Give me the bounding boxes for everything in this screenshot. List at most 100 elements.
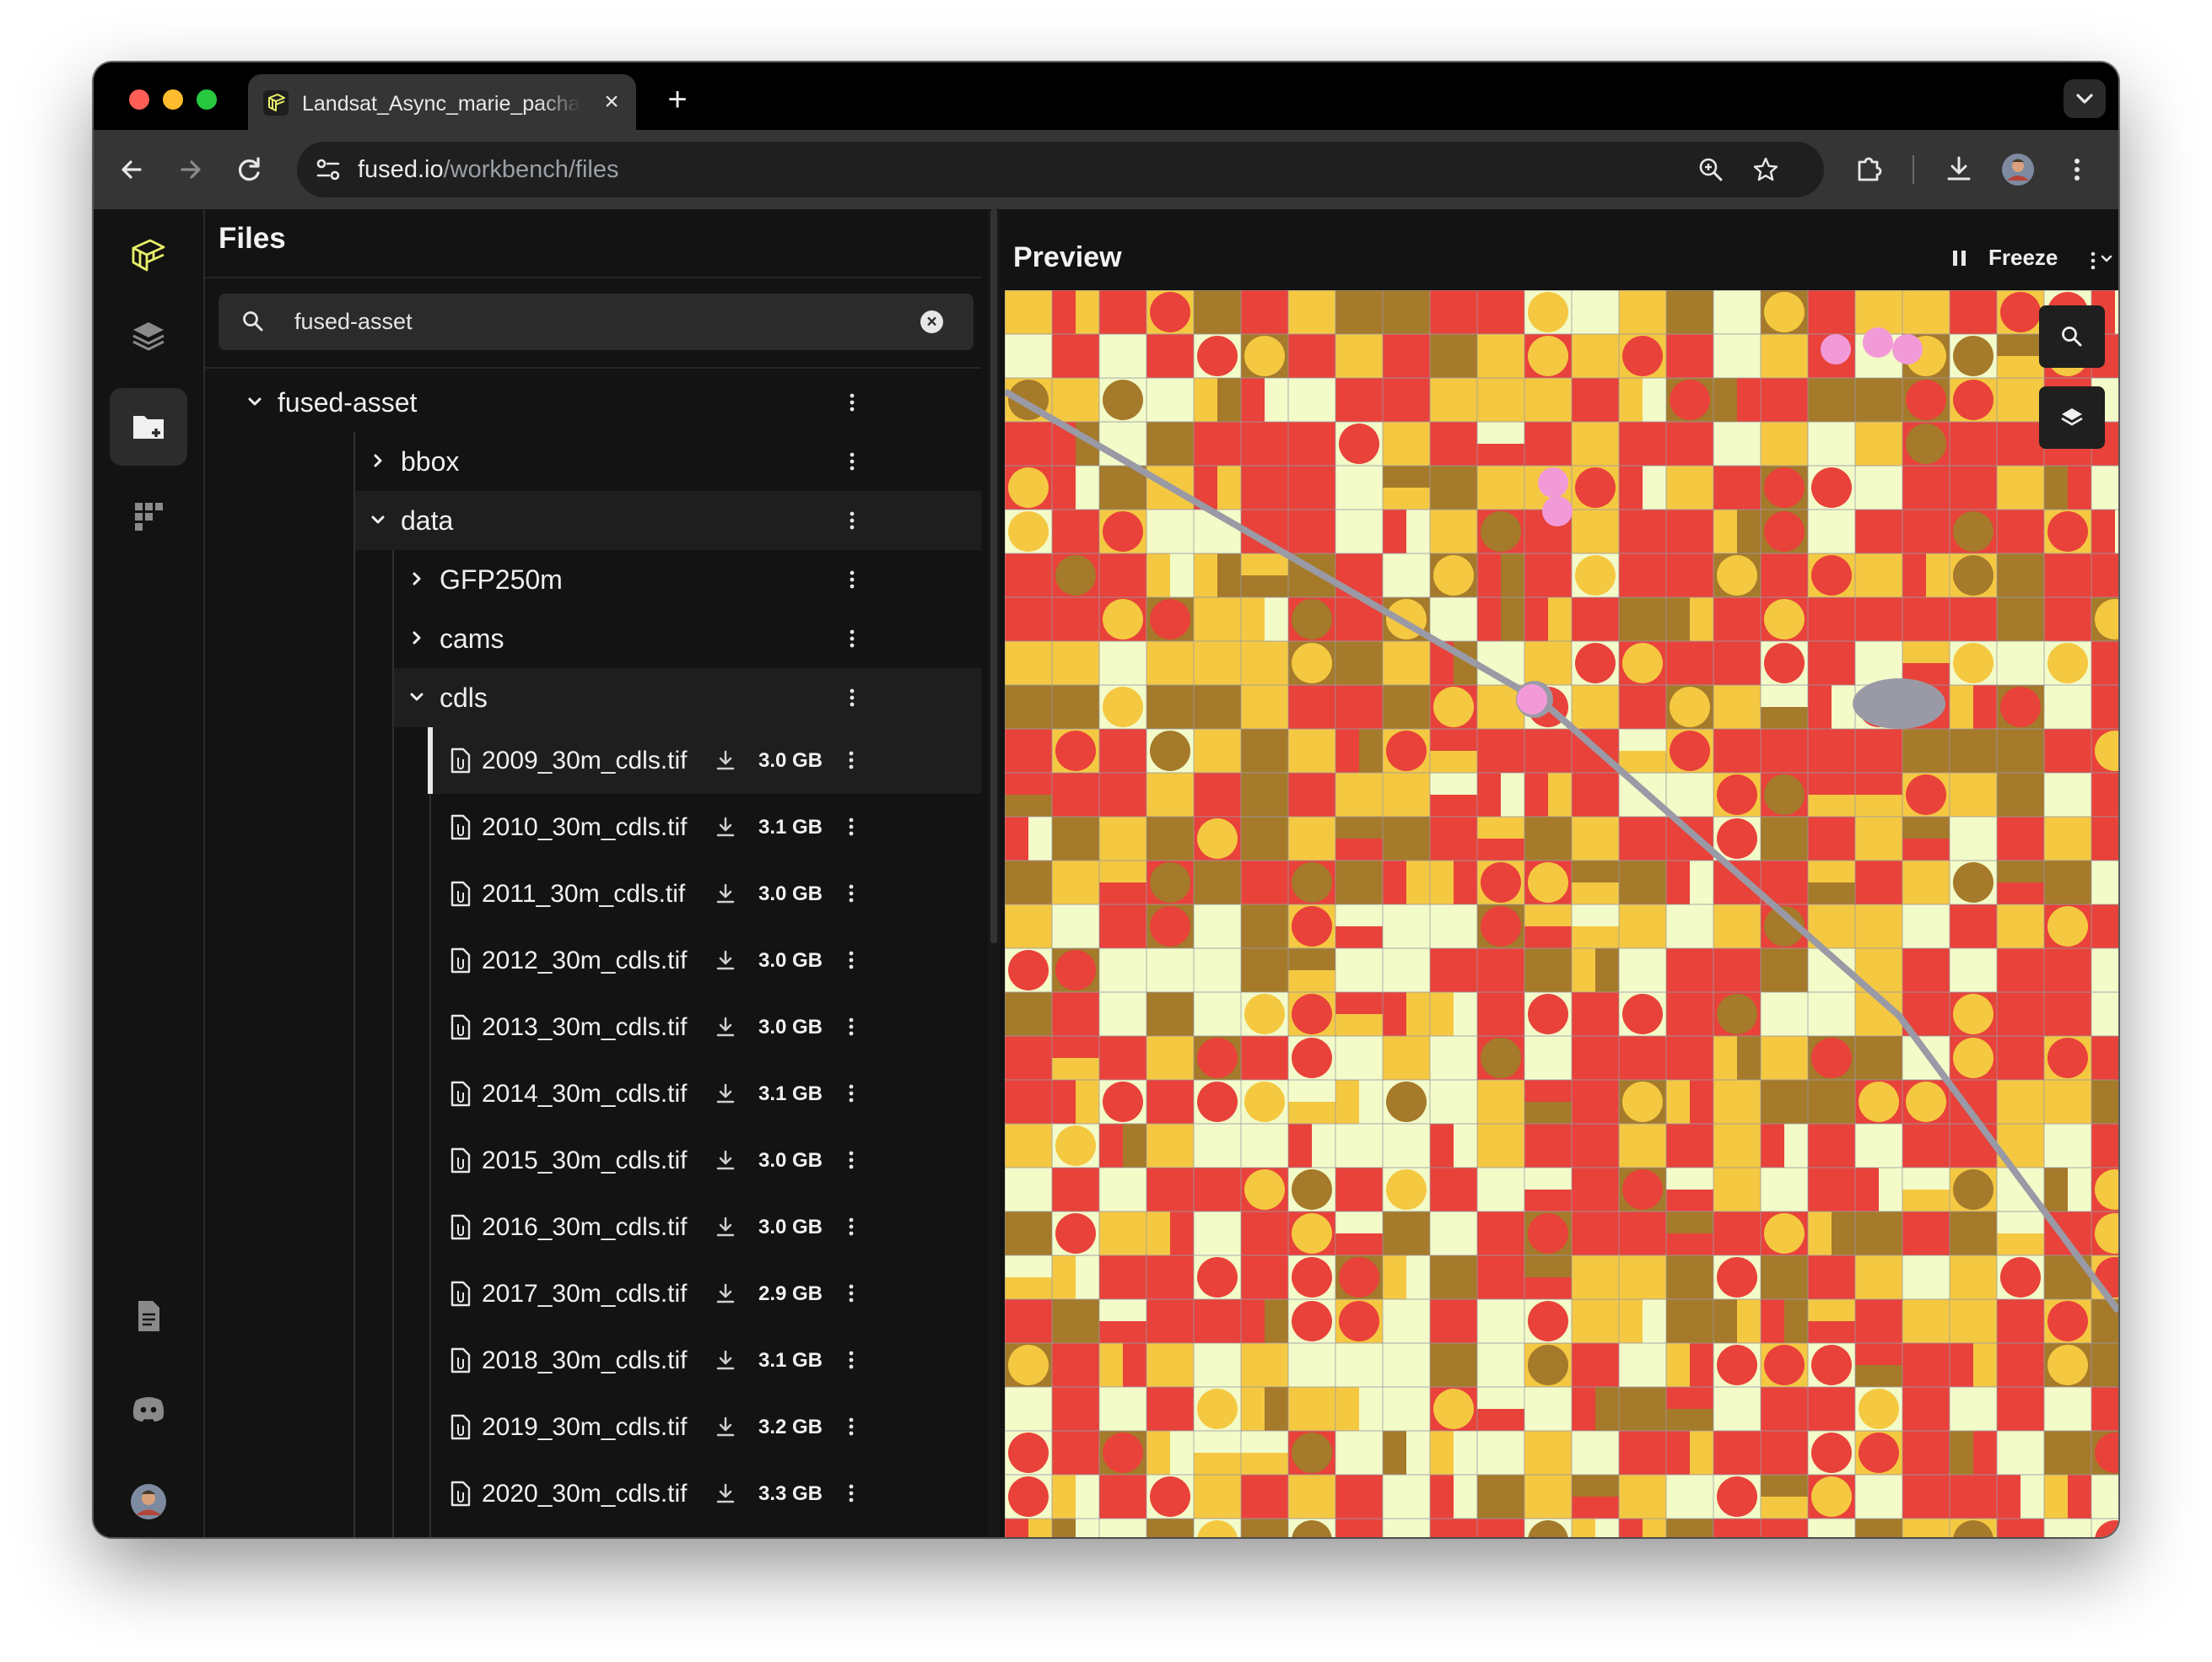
zoom-icon[interactable]	[1697, 156, 1724, 183]
more-vertical-icon[interactable]	[843, 1460, 860, 1527]
tree-node-cams[interactable]: cams	[394, 609, 981, 668]
more-vertical-icon[interactable]	[843, 1127, 860, 1194]
rail-user-avatar[interactable]	[110, 1463, 187, 1537]
browser-menu-button[interactable]	[2056, 148, 2098, 191]
tree-node-cdls[interactable]: cdls	[394, 668, 981, 727]
rail-udfs[interactable]	[110, 297, 187, 375]
more-vertical-icon[interactable]	[844, 491, 861, 550]
file-icon	[450, 1414, 471, 1440]
download-icon[interactable]	[713, 1414, 738, 1439]
file-row[interactable]: 2014_30m_cdls.tif 3.1 GB	[428, 1060, 981, 1127]
browser-tab[interactable]: Landsat_Async_marie_pachalska ×	[248, 74, 636, 130]
more-vertical-icon[interactable]	[843, 1327, 860, 1394]
downloads-button[interactable]	[1938, 148, 1980, 191]
fused-logo[interactable]	[110, 216, 187, 294]
arrow-left-icon	[121, 160, 142, 179]
file-row[interactable]: 2016_30m_cdls.tif 3.0 GB	[428, 1194, 981, 1260]
crop-map-raster	[1005, 290, 2118, 1537]
file-row[interactable]: 2015_30m_cdls.tif 3.0 GB	[428, 1127, 981, 1194]
more-vertical-icon[interactable]	[2085, 240, 2101, 282]
layers-icon	[2061, 408, 2083, 426]
layers-icon	[132, 322, 165, 351]
more-vertical-icon[interactable]	[843, 794, 860, 861]
more-vertical-icon[interactable]	[843, 994, 860, 1060]
map-layers-button[interactable]	[2039, 386, 2105, 449]
map-preview[interactable]	[1005, 290, 2118, 1537]
file-size: 3.2 GB	[758, 1416, 823, 1438]
more-vertical-icon[interactable]	[843, 727, 860, 794]
reload-button[interactable]	[229, 148, 271, 191]
file-row[interactable]: 2013_30m_cdls.tif 3.0 GB	[428, 994, 981, 1060]
tab-close-icon[interactable]: ×	[597, 88, 626, 116]
address-bar[interactable]: fused.io/workbench/files	[297, 142, 1824, 197]
back-button[interactable]	[111, 148, 153, 191]
close-window-button[interactable]	[129, 89, 149, 110]
more-vertical-icon[interactable]	[844, 550, 861, 609]
map-search-button[interactable]	[2039, 305, 2105, 368]
more-vertical-icon[interactable]	[844, 432, 861, 491]
download-icon[interactable]	[713, 1014, 738, 1039]
more-vertical-icon[interactable]	[843, 1394, 860, 1460]
browser-window: Landsat_Async_marie_pachalska × + fused.…	[94, 62, 2118, 1537]
forward-button[interactable]	[170, 148, 212, 191]
download-icon[interactable]	[713, 1081, 738, 1106]
tree-node-data[interactable]: data	[355, 491, 981, 550]
tree-node-gfp250m[interactable]: GFP250m	[394, 550, 981, 609]
more-vertical-icon[interactable]	[844, 609, 861, 668]
file-row[interactable]: 2012_30m_cdls.tif 3.0 GB	[428, 927, 981, 994]
chevron-down-icon	[371, 515, 385, 524]
toolbar-separator	[1913, 155, 1914, 184]
more-vertical-icon[interactable]	[843, 927, 860, 994]
panel-resizer[interactable]	[988, 209, 1000, 1537]
file-row[interactable]: 2019_30m_cdls.tif 3.2 GB	[428, 1394, 981, 1460]
chevron-right-icon	[413, 631, 421, 645]
download-icon[interactable]	[713, 747, 738, 773]
rail-docs[interactable]	[110, 1277, 187, 1355]
new-tab-icon[interactable]: +	[659, 81, 696, 118]
download-icon[interactable]	[713, 1347, 738, 1373]
tree-node-bbox[interactable]: bbox	[355, 432, 981, 491]
download-icon[interactable]	[713, 1147, 738, 1173]
tree-node-label: cdls	[440, 683, 488, 713]
folder-plus-icon	[133, 416, 164, 439]
extensions-button[interactable]	[1848, 148, 1891, 191]
rail-discord[interactable]	[110, 1370, 187, 1448]
files-title: Files	[219, 222, 286, 255]
profile-button[interactable]	[1997, 148, 2039, 191]
file-row[interactable]: 2017_30m_cdls.tif 2.9 GB	[428, 1260, 981, 1327]
file-row[interactable]: 2009_30m_cdls.tif 3.0 GB	[428, 727, 981, 794]
more-vertical-icon[interactable]	[843, 861, 860, 927]
download-icon[interactable]	[713, 1214, 738, 1239]
file-icon	[450, 747, 471, 774]
file-row[interactable]: 2020_30m_cdls.tif 3.3 GB	[428, 1460, 981, 1527]
tree-node-fused-asset[interactable]: fused-asset	[205, 373, 981, 432]
left-rail	[94, 209, 205, 1537]
rail-files[interactable]	[110, 388, 187, 466]
file-row[interactable]: 2018_30m_cdls.tif 3.1 GB	[428, 1327, 981, 1394]
file-row[interactable]: 2011_30m_cdls.tif 3.0 GB	[428, 861, 981, 927]
rail-apps[interactable]	[110, 478, 187, 555]
minimize-window-button[interactable]	[163, 89, 183, 110]
bookmark-star-icon[interactable]	[1751, 155, 1780, 184]
more-vertical-icon[interactable]	[843, 1260, 860, 1327]
clear-search-icon[interactable]: ×	[920, 310, 943, 333]
download-icon[interactable]	[713, 814, 738, 839]
download-icon[interactable]	[713, 1281, 738, 1306]
more-vertical-icon[interactable]	[843, 1194, 860, 1260]
file-search-input[interactable]: fused-asset ×	[219, 294, 974, 350]
download-icon[interactable]	[713, 881, 738, 906]
more-vertical-icon[interactable]	[844, 668, 861, 727]
site-settings-icon[interactable]	[314, 156, 343, 183]
file-size: 3.3 GB	[758, 1482, 823, 1505]
chevron-down-icon	[248, 397, 262, 406]
download-icon[interactable]	[713, 947, 738, 973]
file-size: 3.0 GB	[758, 1216, 823, 1238]
zoom-window-button[interactable]	[197, 89, 217, 110]
more-vertical-icon[interactable]	[843, 1060, 860, 1127]
more-vertical-icon[interactable]	[844, 373, 861, 432]
scrollbar-thumb[interactable]	[990, 209, 997, 943]
download-icon[interactable]	[713, 1481, 738, 1506]
file-icon	[450, 1014, 471, 1040]
tab-search-button[interactable]	[2064, 79, 2106, 118]
file-row[interactable]: 2010_30m_cdls.tif 3.1 GB	[428, 794, 981, 861]
